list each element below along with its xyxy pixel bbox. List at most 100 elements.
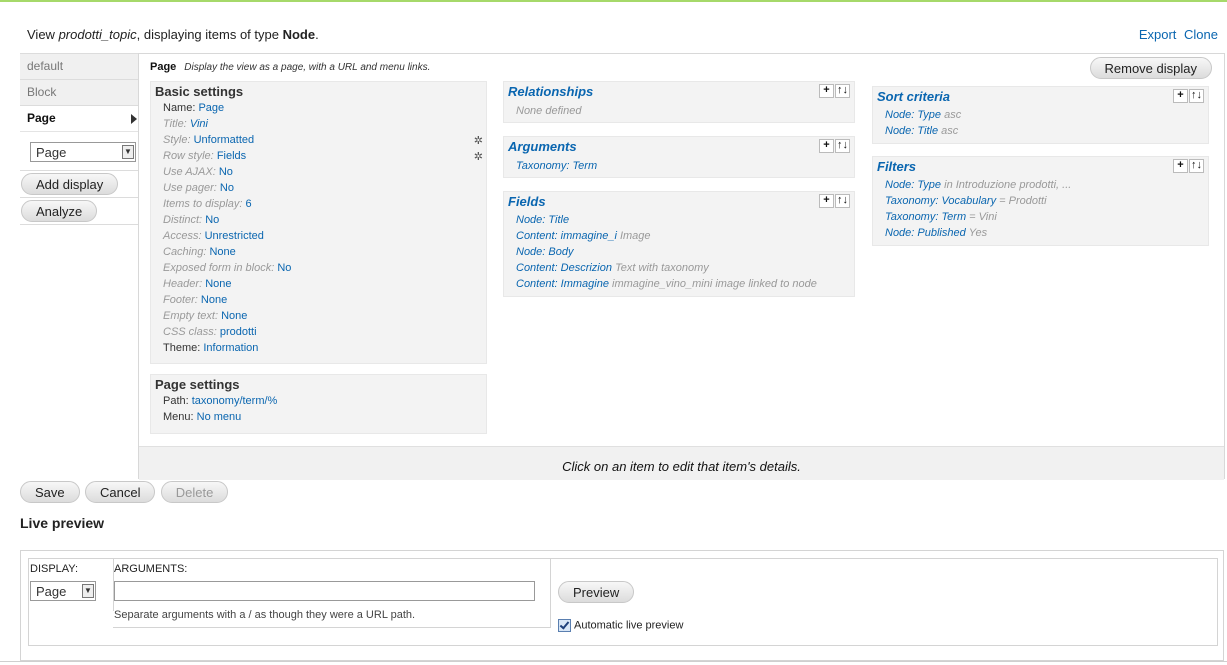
list-item-detail: Image — [619, 230, 651, 242]
arguments-input[interactable] — [114, 581, 535, 601]
setting-value[interactable]: Page — [198, 102, 224, 114]
setting-value[interactable]: Fields — [217, 150, 246, 162]
list-item-label[interactable]: Taxonomy: Vocabulary — [885, 195, 996, 207]
setting-value[interactable]: Unrestricted — [205, 230, 264, 242]
list-item[interactable]: Content: Immagine immagine_vino_mini ima… — [504, 276, 854, 292]
list-item[interactable]: Node: Body — [504, 244, 854, 260]
automatic-live-preview-checkbox[interactable] — [558, 619, 571, 632]
list-item[interactable]: Taxonomy: Term — [504, 158, 854, 174]
rearrange-icon[interactable]: ↑↓ — [835, 139, 850, 153]
list-item[interactable]: Node: Title asc — [873, 123, 1208, 139]
sort-criteria-title[interactable]: Sort criteria — [873, 87, 1208, 105]
list-item-label[interactable]: Content: Descrizion — [516, 262, 612, 274]
list-item[interactable]: Content: immagine_i Image — [504, 228, 854, 244]
add-icon[interactable]: + — [819, 84, 834, 98]
list-item[interactable]: Node: Published Yes — [873, 225, 1208, 241]
setting-value[interactable]: Vini — [190, 118, 208, 130]
rearrange-icon[interactable]: ↑↓ — [1189, 159, 1204, 173]
setting-row[interactable]: Use pager: No — [151, 180, 486, 196]
list-item-label[interactable]: Taxonomy: Term — [516, 160, 597, 172]
relationships-empty: None defined — [504, 100, 854, 119]
setting-row[interactable]: Items to display: 6 — [151, 196, 486, 212]
list-item[interactable]: Content: Descrizion Text with taxonomy — [504, 260, 854, 276]
setting-value[interactable]: No — [205, 214, 219, 226]
automatic-live-preview[interactable]: Automatic live preview — [558, 619, 683, 632]
add-icon[interactable]: + — [1173, 159, 1188, 173]
list-item[interactable]: Node: Type asc — [873, 107, 1208, 123]
add-icon[interactable]: + — [819, 194, 834, 208]
list-item-label[interactable]: Node: Type — [885, 179, 941, 191]
clone-link[interactable]: Clone — [1184, 27, 1218, 42]
setting-row[interactable]: CSS class: prodotti — [151, 324, 486, 340]
list-item-label[interactable]: Node: Type — [885, 109, 941, 121]
add-icon[interactable]: + — [819, 139, 834, 153]
setting-row[interactable]: Style: Unformatted — [151, 132, 486, 148]
list-item[interactable]: Taxonomy: Vocabulary = Prodotti — [873, 193, 1208, 209]
rearrange-icon[interactable]: ↑↓ — [1189, 89, 1204, 103]
setting-value[interactable]: No menu — [197, 411, 242, 423]
setting-row[interactable]: Distinct: No — [151, 212, 486, 228]
arguments-title[interactable]: Arguments — [504, 137, 854, 155]
setting-row[interactable]: Caching: None — [151, 244, 486, 260]
setting-value[interactable]: None — [201, 294, 227, 306]
display-type-select[interactable]: Page ▼ — [30, 142, 136, 162]
preview-display-select[interactable]: Page ▼ — [30, 581, 96, 601]
list-item[interactable]: Taxonomy: Term = Vini — [873, 209, 1208, 225]
setting-value[interactable]: None — [209, 246, 235, 258]
setting-value[interactable]: Unformatted — [194, 134, 255, 146]
remove-display-button[interactable]: Remove display — [1089, 57, 1212, 79]
list-item[interactable]: Node: Type in Introduzione prodotti, ... — [873, 177, 1208, 193]
relationships-title[interactable]: Relationships — [504, 82, 854, 100]
setting-value[interactable]: None — [205, 278, 231, 290]
preview-button[interactable]: Preview — [558, 581, 635, 603]
setting-value[interactable]: taxonomy/term/% — [192, 395, 278, 407]
setting-value[interactable]: No — [277, 262, 291, 274]
setting-row[interactable]: Row style: Fields — [151, 148, 486, 164]
tab-default[interactable]: default — [20, 53, 139, 79]
tab-page[interactable]: Page — [20, 105, 139, 131]
gear-icon[interactable]: ✲ — [474, 150, 483, 163]
setting-value[interactable]: None — [221, 310, 247, 322]
cancel-button[interactable]: Cancel — [84, 481, 156, 503]
rearrange-icon[interactable]: ↑↓ — [835, 84, 850, 98]
setting-row[interactable]: Access: Unrestricted — [151, 228, 486, 244]
fields-title[interactable]: Fields — [504, 192, 854, 210]
setting-value[interactable]: No — [219, 166, 233, 178]
setting-row[interactable]: Title: Vini — [151, 116, 486, 132]
setting-key: Footer: — [163, 294, 198, 306]
filters-title[interactable]: Filters — [873, 157, 1208, 175]
add-icon[interactable]: + — [1173, 89, 1188, 103]
list-item-label[interactable]: Taxonomy: Term — [885, 211, 966, 223]
setting-row[interactable]: Footer: None — [151, 292, 486, 308]
setting-row[interactable]: Exposed form in block: No — [151, 260, 486, 276]
list-item-label[interactable]: Content: Immagine — [516, 278, 609, 290]
setting-value[interactable]: 6 — [246, 198, 252, 210]
display-name: Page — [150, 61, 177, 73]
gear-icon[interactable]: ✲ — [474, 134, 483, 147]
bottom-divider — [0, 661, 1227, 662]
setting-row[interactable]: Path: taxonomy/term/% — [151, 393, 486, 409]
list-item-label[interactable]: Content: immagine_i — [516, 230, 617, 242]
rearrange-icon[interactable]: ↑↓ — [835, 194, 850, 208]
tab-block[interactable]: Block — [20, 79, 139, 105]
list-item-label[interactable]: Node: Title — [516, 214, 569, 226]
setting-key: Empty text: — [163, 310, 219, 322]
export-link[interactable]: Export — [1139, 27, 1177, 42]
setting-row[interactable]: Use AJAX: No — [151, 164, 486, 180]
setting-row[interactable]: Menu: No menu — [151, 409, 486, 425]
setting-row[interactable]: Empty text: None — [151, 308, 486, 324]
setting-row[interactable]: Name: Page — [151, 100, 486, 116]
analyze-button[interactable]: Analyze — [21, 200, 98, 222]
list-item-label[interactable]: Node: Title — [885, 125, 938, 137]
delete-button[interactable]: Delete — [160, 481, 229, 503]
add-display-button[interactable]: Add display — [21, 173, 119, 195]
setting-value[interactable]: No — [220, 182, 234, 194]
save-button[interactable]: Save — [20, 481, 80, 503]
setting-row[interactable]: Header: None — [151, 276, 486, 292]
list-item-label[interactable]: Node: Body — [516, 246, 573, 258]
setting-row[interactable]: Theme: Information — [151, 340, 486, 356]
list-item[interactable]: Node: Title — [504, 212, 854, 228]
list-item-label[interactable]: Node: Published — [885, 227, 966, 239]
setting-value[interactable]: prodotti — [220, 326, 257, 338]
setting-value[interactable]: Information — [203, 342, 258, 354]
